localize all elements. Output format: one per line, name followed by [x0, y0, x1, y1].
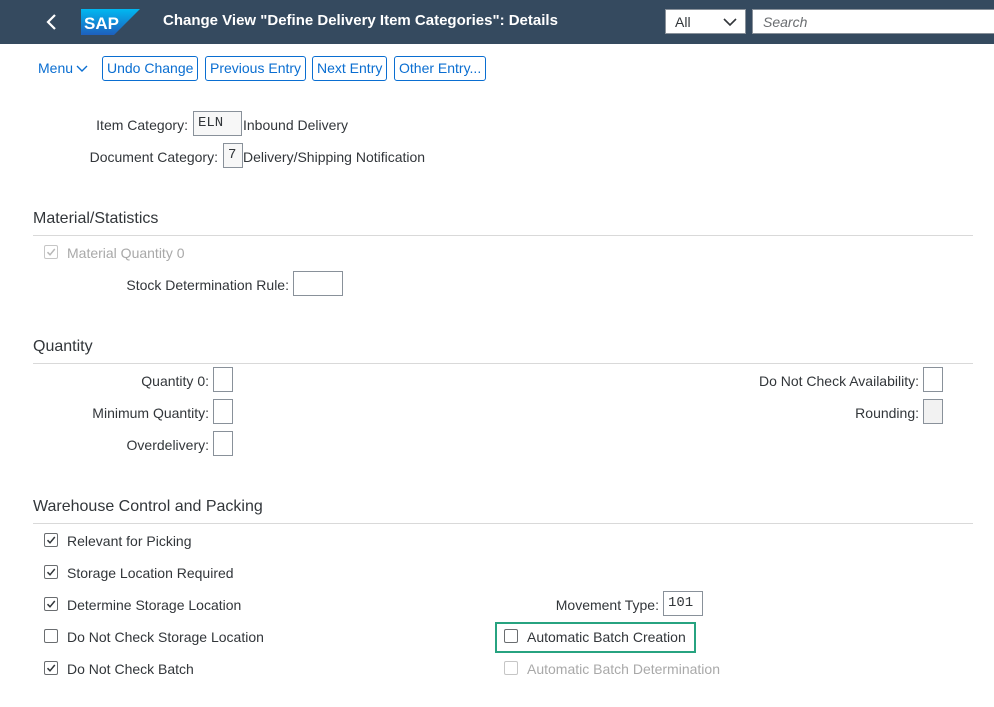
do-not-check-storage-location-checkbox[interactable] — [44, 629, 58, 643]
document-category-field[interactable]: 7 — [223, 143, 243, 168]
section-title-quantity: Quantity — [33, 338, 93, 355]
checkmark-icon — [46, 536, 56, 544]
section-title-warehouse: Warehouse Control and Packing — [33, 498, 263, 515]
checkmark-icon — [46, 248, 56, 256]
document-category-label: Document Category: — [89, 149, 218, 165]
quantity-0-label: Quantity 0: — [141, 373, 209, 389]
checkmark-icon — [46, 664, 56, 672]
automatic-batch-creation-checkbox[interactable] — [504, 629, 518, 643]
checkmark-icon — [46, 600, 56, 608]
sap-logo[interactable]: SAP — [81, 9, 140, 35]
section-title-material: Material/Statistics — [33, 210, 159, 227]
other-entry-button[interactable]: Other Entry... — [394, 56, 487, 81]
movement-type-label: Movement Type: — [555, 597, 659, 613]
shell-bar: SAP Change View "Define Delivery Item Ca… — [0, 0, 994, 44]
item-category-description: Inbound Delivery — [243, 117, 349, 133]
overdelivery-field[interactable] — [213, 431, 233, 456]
do-not-check-storage-location-label: Do Not Check Storage Location — [67, 629, 264, 645]
determine-storage-location-checkbox[interactable] — [44, 597, 58, 611]
section-divider — [33, 363, 973, 364]
rounding-field[interactable] — [923, 399, 943, 424]
relevant-for-picking-checkbox[interactable] — [44, 533, 58, 547]
item-category-field[interactable]: ELN — [193, 111, 242, 136]
svg-text:SAP: SAP — [84, 14, 119, 33]
storage-location-required-checkbox[interactable] — [44, 565, 58, 579]
search-scope-select[interactable]: All — [665, 9, 746, 34]
next-entry-button[interactable]: Next Entry — [312, 56, 388, 81]
do-not-check-availability-field[interactable] — [923, 367, 943, 392]
section-divider — [33, 523, 973, 524]
rounding-label: Rounding: — [855, 405, 919, 421]
automatic-batch-determination-checkbox — [504, 661, 518, 675]
section-divider — [33, 235, 973, 236]
stock-determination-rule-label: Stock Determination Rule: — [126, 277, 289, 293]
menu-label: Menu — [38, 60, 74, 76]
automatic-batch-determination-label: Automatic Batch Determination — [527, 661, 720, 677]
page-title: Change View "Define Delivery Item Catego… — [163, 12, 558, 29]
do-not-check-availability-label: Do Not Check Availability: — [758, 373, 919, 389]
do-not-check-batch-checkbox[interactable] — [44, 661, 58, 675]
quantity-0-field[interactable] — [213, 367, 233, 392]
back-arrow-icon[interactable] — [40, 10, 64, 34]
overdelivery-label: Overdelivery: — [126, 437, 209, 453]
automatic-batch-creation-label: Automatic Batch Creation — [527, 629, 686, 645]
stock-determination-rule-field[interactable] — [293, 271, 343, 296]
minimum-quantity-label: Minimum Quantity: — [92, 405, 209, 421]
determine-storage-location-label: Determine Storage Location — [67, 597, 242, 613]
item-category-label: Item Category: — [96, 117, 188, 133]
storage-location-required-label: Storage Location Required — [67, 565, 234, 581]
material-quantity-0-checkbox — [44, 245, 58, 259]
search-placeholder: Search — [763, 14, 808, 30]
movement-type-field[interactable]: 101 — [663, 591, 703, 616]
menu-button[interactable]: Menu — [38, 60, 88, 76]
previous-entry-button[interactable]: Previous Entry — [205, 56, 307, 81]
do-not-check-batch-label: Do Not Check Batch — [67, 661, 194, 677]
search-input[interactable]: Search — [752, 9, 994, 34]
checkmark-icon — [46, 568, 56, 576]
material-quantity-0-label: Material Quantity 0 — [67, 245, 185, 261]
chevron-down-icon — [723, 18, 737, 27]
undo-change-button[interactable]: Undo Change — [102, 56, 199, 81]
chevron-down-icon — [76, 65, 88, 73]
document-category-description: Delivery/Shipping Notification — [243, 149, 426, 165]
relevant-for-picking-label: Relevant for Picking — [67, 533, 192, 549]
search-scope-value: All — [675, 14, 691, 30]
minimum-quantity-field[interactable] — [213, 399, 233, 424]
